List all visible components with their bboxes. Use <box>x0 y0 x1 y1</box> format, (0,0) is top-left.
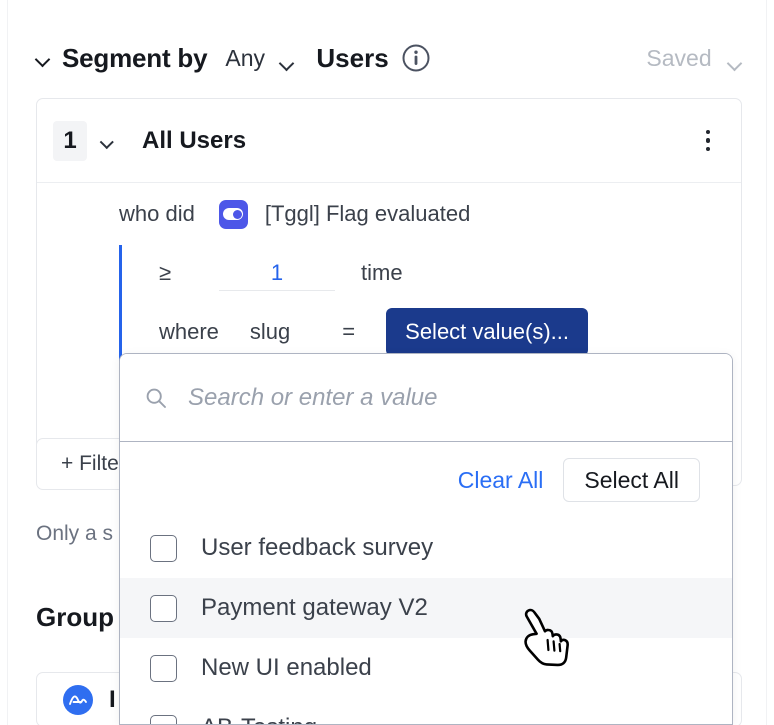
match-type-label: Any <box>225 44 266 71</box>
page-left-edge <box>0 0 8 725</box>
list-item[interactable]: New UI enabled <box>120 638 732 698</box>
event-name[interactable]: [Tggl] Flag evaluated <box>265 201 470 227</box>
property-operator-dropdown[interactable]: = <box>342 319 355 345</box>
search-input[interactable] <box>188 383 668 412</box>
feature-flag-toggle-icon <box>218 199 248 229</box>
dropdown-actions-row: Clear All Select All <box>120 442 732 518</box>
select-all-button[interactable]: Select All <box>563 458 700 502</box>
list-item-label: User feedback survey <box>201 534 434 561</box>
page-title: Segment by <box>62 42 208 73</box>
checkbox[interactable] <box>150 654 177 682</box>
select-values-button[interactable]: Select value(s)... <box>386 308 588 356</box>
list-item-label: New UI enabled <box>201 654 372 681</box>
chevron-down-icon <box>36 54 50 62</box>
page-right-edge <box>766 0 774 725</box>
list-item[interactable]: AB-Testing <box>120 698 732 724</box>
segment-number-badge: 1 <box>53 120 87 161</box>
chevron-down-icon <box>728 58 742 66</box>
value-select-dropdown: Clear All Select All User feedback surve… <box>119 353 733 725</box>
dropdown-search-row[interactable] <box>120 354 732 442</box>
info-circle-icon[interactable] <box>401 43 431 73</box>
saved-label: Saved <box>646 44 712 71</box>
match-type-dropdown[interactable]: Any <box>225 45 294 72</box>
chevron-down-icon <box>280 58 294 66</box>
checkbox[interactable] <box>150 534 177 562</box>
count-operator-dropdown[interactable]: ≥ <box>159 260 181 286</box>
count-value-input[interactable]: 1 <box>219 255 335 291</box>
segment-header: Segment by Any Users Saved <box>36 34 742 82</box>
list-item[interactable]: User feedback survey <box>120 518 732 578</box>
event-count-row: ≥ 1 time <box>37 245 741 301</box>
collapse-section-button[interactable] <box>36 54 62 62</box>
search-icon <box>144 386 168 410</box>
segment-builder-page: Segment by Any Users Saved 1 All Users w… <box>0 0 774 725</box>
amplitude-logo-icon <box>63 684 93 715</box>
where-label: where <box>159 319 219 344</box>
list-item-label: AB-Testing <box>201 714 317 724</box>
list-item-label: Payment gateway V2 <box>201 594 428 621</box>
segment-expand-button[interactable] <box>101 137 113 144</box>
who-did-row: who did [Tggl] Flag evaluated <box>37 183 741 245</box>
who-did-label: who did <box>119 201 195 226</box>
checkbox[interactable] <box>150 714 177 724</box>
checkbox[interactable] <box>150 594 177 622</box>
group-by-item-label: I <box>109 685 116 713</box>
segment-name[interactable]: All Users <box>142 127 246 155</box>
clear-all-button[interactable]: Clear All <box>458 467 544 494</box>
segment-note-text: Only a s <box>36 522 114 545</box>
saved-dropdown[interactable]: Saved <box>646 45 742 72</box>
count-unit-label: time <box>361 260 403 285</box>
kebab-menu-icon[interactable] <box>697 125 719 157</box>
dropdown-option-list: User feedback survey Payment gateway V2 … <box>120 518 732 724</box>
entity-label: Users <box>316 42 389 73</box>
list-item[interactable]: Payment gateway V2 <box>120 578 732 638</box>
segment-card-header: 1 All Users <box>37 99 741 183</box>
property-name-dropdown[interactable]: slug <box>250 319 290 345</box>
chevron-down-icon <box>101 137 113 144</box>
